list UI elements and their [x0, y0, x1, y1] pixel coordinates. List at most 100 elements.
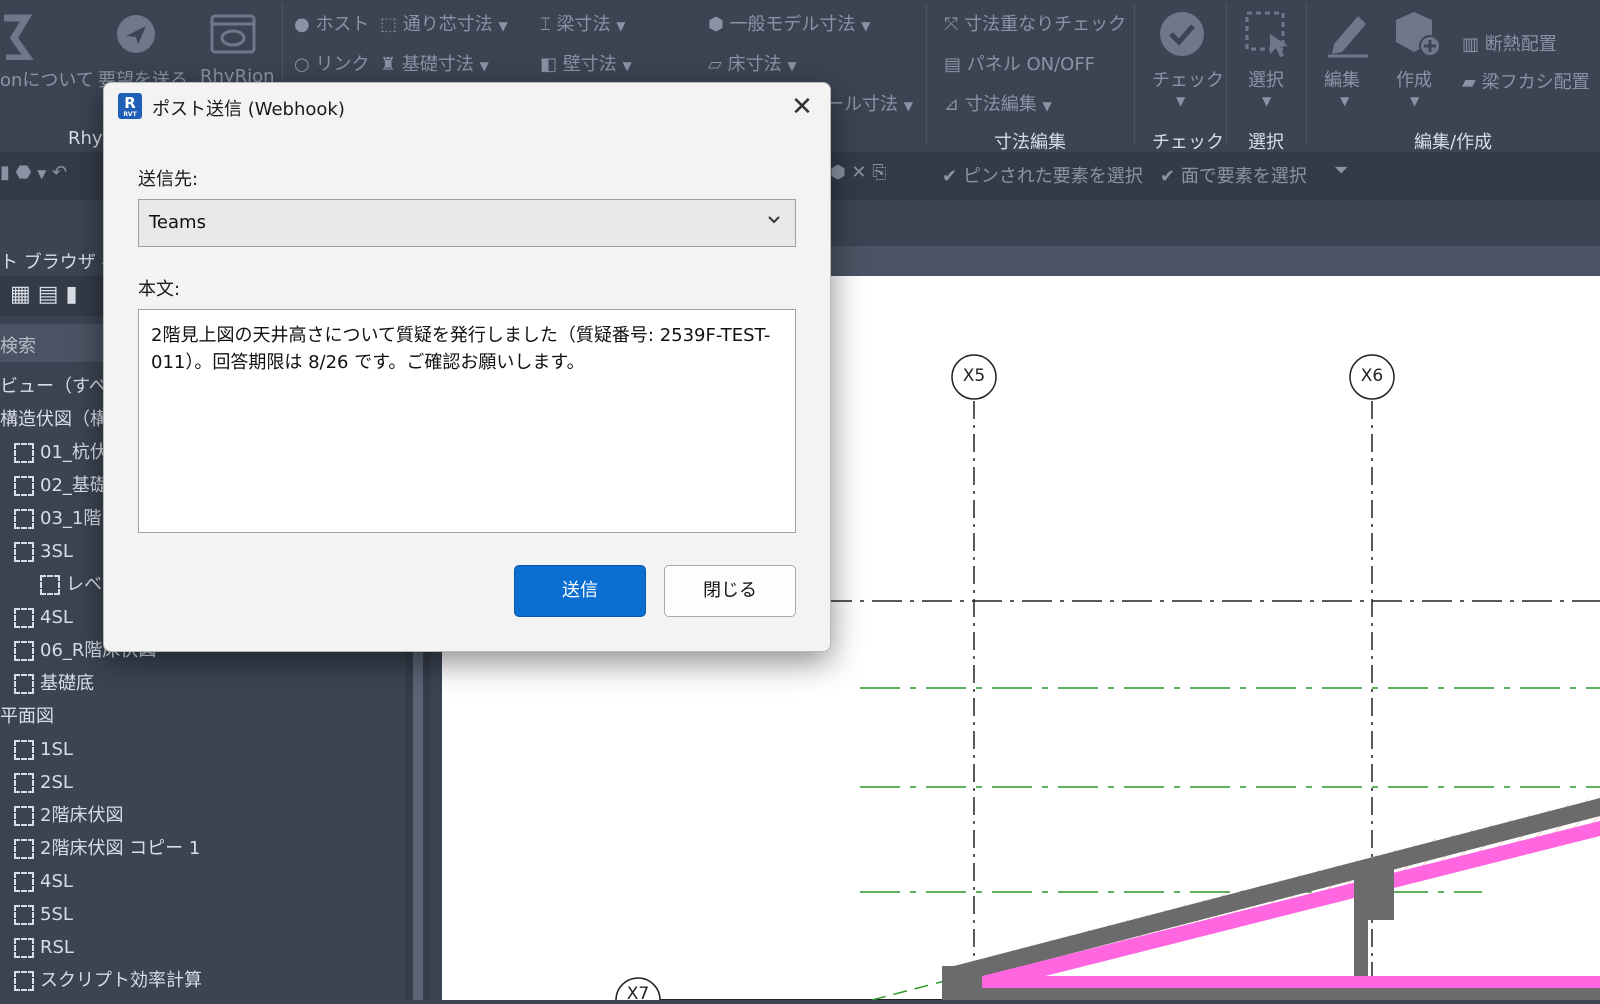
pinned-select-label: ピンされた要素を選択: [962, 166, 1143, 187]
rhyrion-icon[interactable]: [210, 12, 256, 56]
tree-item[interactable]: 基礎底: [0, 667, 405, 700]
misc-dimension-label: ール寸法: [826, 94, 898, 115]
tree-floor-plans[interactable]: 平面図: [0, 700, 405, 733]
filter-icon[interactable]: ⏷: [1334, 160, 1348, 181]
tree-item-label: 2階床伏図 コピー 1: [40, 838, 201, 859]
panel-label-select: 選択: [1248, 132, 1284, 153]
browser-view-icons[interactable]: ▦ ▤ ▮: [10, 282, 78, 307]
check-dropdown-icon[interactable]: ▼: [1176, 94, 1185, 108]
edit-dropdown-icon[interactable]: ▼: [1340, 94, 1349, 108]
app-icon-sub: RVT: [123, 111, 137, 118]
ribbon-separator: [1134, 4, 1135, 144]
ribbon-link-radio[interactable]: ○ リンク: [294, 50, 369, 76]
face-select-label: 面で要素を選択: [1180, 166, 1307, 187]
edit-button-label[interactable]: 編集: [1324, 66, 1360, 92]
create-dropdown-icon[interactable]: ▼: [1410, 94, 1419, 108]
panel-toggle-button[interactable]: ▤ パネル ON/OFF: [944, 50, 1095, 76]
misc-dimension-button[interactable]: ール寸法 ▼: [826, 90, 913, 116]
tree-item-label: 4SL: [40, 607, 73, 628]
dialog-title: ポスト送信 (Webhook): [152, 99, 345, 120]
panel-label-dimension-edit: 寸法編集: [994, 132, 1066, 153]
destination-label: 送信先:: [138, 169, 199, 190]
qat-tools[interactable]: ⬢ ✕ ⎘: [830, 162, 887, 183]
grid-dimension-button[interactable]: ⬚ 通り芯寸法 ▼: [380, 10, 508, 36]
plan-view-icon: [14, 740, 34, 760]
ribbon-link-label: リンク: [315, 54, 370, 75]
beam-offset-button[interactable]: ▰ 梁フカシ配置: [1462, 68, 1590, 94]
plan-view-icon: [40, 575, 60, 595]
dimension-edit-button[interactable]: ⊿ 寸法編集 ▼: [944, 90, 1052, 116]
beam-offset-label: 梁フカシ配置: [1481, 72, 1590, 93]
plan-view-icon: [14, 806, 34, 826]
close-icon[interactable]: ✕: [784, 89, 820, 125]
tree-item-label: RSL: [40, 937, 74, 958]
modify-icon[interactable]: ▮ ⬣ ▼ ↶: [0, 162, 67, 183]
wall-dimension-button[interactable]: ◧ 壁寸法 ▼: [540, 50, 632, 76]
grid-label-x5: X5: [962, 366, 986, 386]
generic-model-dimension-button[interactable]: ⬢ 一般モデル寸法 ▼: [708, 10, 870, 36]
close-button[interactable]: 閉じる: [664, 565, 796, 617]
tree-item[interactable]: 4SL: [0, 865, 405, 898]
tree-item-label: 3SL: [40, 541, 73, 562]
beam-section: [942, 966, 982, 1000]
select-button-label[interactable]: 選択: [1248, 66, 1284, 92]
browser-search-placeholder: 検索: [0, 336, 36, 357]
plan-view-icon: [14, 839, 34, 859]
ribbon-about-label[interactable]: onについて: [0, 66, 94, 92]
grid-label-x6: X6: [1360, 366, 1384, 386]
send-request-icon[interactable]: [114, 12, 158, 56]
message-body-textarea[interactable]: 2階見上図の天井高さについて質疑を発行しました（質疑番号: 2539F-TEST…: [138, 309, 796, 533]
tree-item[interactable]: スクリプト効率計算: [0, 964, 405, 997]
select-dropdown-icon[interactable]: ▼: [1262, 94, 1271, 108]
check-icon[interactable]: [1158, 10, 1206, 58]
tree-item[interactable]: 2SL: [0, 766, 405, 799]
ribbon-host-label: ホスト: [315, 14, 370, 35]
roof-slab-outline: [954, 798, 1600, 984]
ribbon-panel-rhy: Rhy: [68, 128, 103, 149]
edit-icon[interactable]: [1324, 8, 1372, 58]
webhook-dialog: R RVT ポスト送信 (Webhook) ✕ 送信先: Teams 本文: 2階…: [103, 82, 831, 652]
browser-scrollbar-thumb[interactable]: [413, 646, 423, 1000]
insulation-button[interactable]: ▥ 断熱配置: [1462, 30, 1557, 56]
check-button-label[interactable]: チェック: [1152, 66, 1224, 92]
grid-label-x7: X7: [626, 984, 650, 1004]
ribbon-host-radio[interactable]: ● ホスト: [294, 10, 369, 36]
plan-view-icon: [14, 872, 34, 892]
insulation-band: [982, 821, 1600, 992]
tree-item-label: スクリプト効率計算: [40, 970, 202, 991]
beam-dimension-label: 梁寸法: [556, 14, 611, 35]
column-section: [1354, 868, 1394, 920]
panel-toggle-label: パネル ON/OFF: [966, 54, 1096, 75]
plan-view-icon: [14, 674, 34, 694]
tree-item-label: 基礎底: [40, 673, 94, 694]
beam-dimension-button[interactable]: ⌶ 梁寸法 ▼: [540, 10, 626, 36]
dialog-titlebar[interactable]: R RVT ポスト送信 (Webhook) ✕: [104, 83, 830, 129]
floor-dimension-button[interactable]: ▱ 床寸法 ▼: [708, 50, 797, 76]
destination-select[interactable]: Teams: [138, 199, 796, 247]
tree-item[interactable]: 2階床伏図 コピー 1: [0, 832, 405, 865]
create-icon[interactable]: [1392, 8, 1442, 58]
plan-view-icon: [14, 443, 34, 463]
tree-item-label: 03_1階: [40, 508, 102, 529]
tree-item[interactable]: RSL: [0, 931, 405, 964]
pinned-select-toggle[interactable]: ✔ ピンされた要素を選択: [942, 162, 1143, 188]
insulation-label: 断熱配置: [1484, 34, 1557, 55]
chevron-down-icon: [768, 216, 780, 224]
plan-view-icon: [14, 938, 34, 958]
plan-view-icon: [14, 773, 34, 793]
face-select-toggle[interactable]: ✔ 面で要素を選択: [1160, 162, 1307, 188]
create-button-label[interactable]: 作成: [1396, 66, 1432, 92]
tree-item[interactable]: 5SL: [0, 898, 405, 931]
dimension-edit-label: 寸法編集: [964, 94, 1037, 115]
floor-dimension-label: 床寸法: [727, 54, 782, 75]
tree-item[interactable]: 1SL: [0, 733, 405, 766]
ribbon-separator: [1306, 4, 1307, 144]
grid-dimension-label: 通り芯寸法: [402, 14, 493, 35]
foundation-dimension-button[interactable]: ♜ 基礎寸法 ▼: [380, 50, 489, 76]
tree-item-label: 5SL: [40, 904, 73, 925]
send-button[interactable]: 送信: [514, 565, 646, 617]
about-icon[interactable]: [0, 10, 40, 60]
tree-item[interactable]: 2階床伏図: [0, 799, 405, 832]
select-icon[interactable]: [1244, 10, 1292, 58]
overlap-check-button[interactable]: ⤧ 寸法重なりチェック: [944, 10, 1126, 36]
